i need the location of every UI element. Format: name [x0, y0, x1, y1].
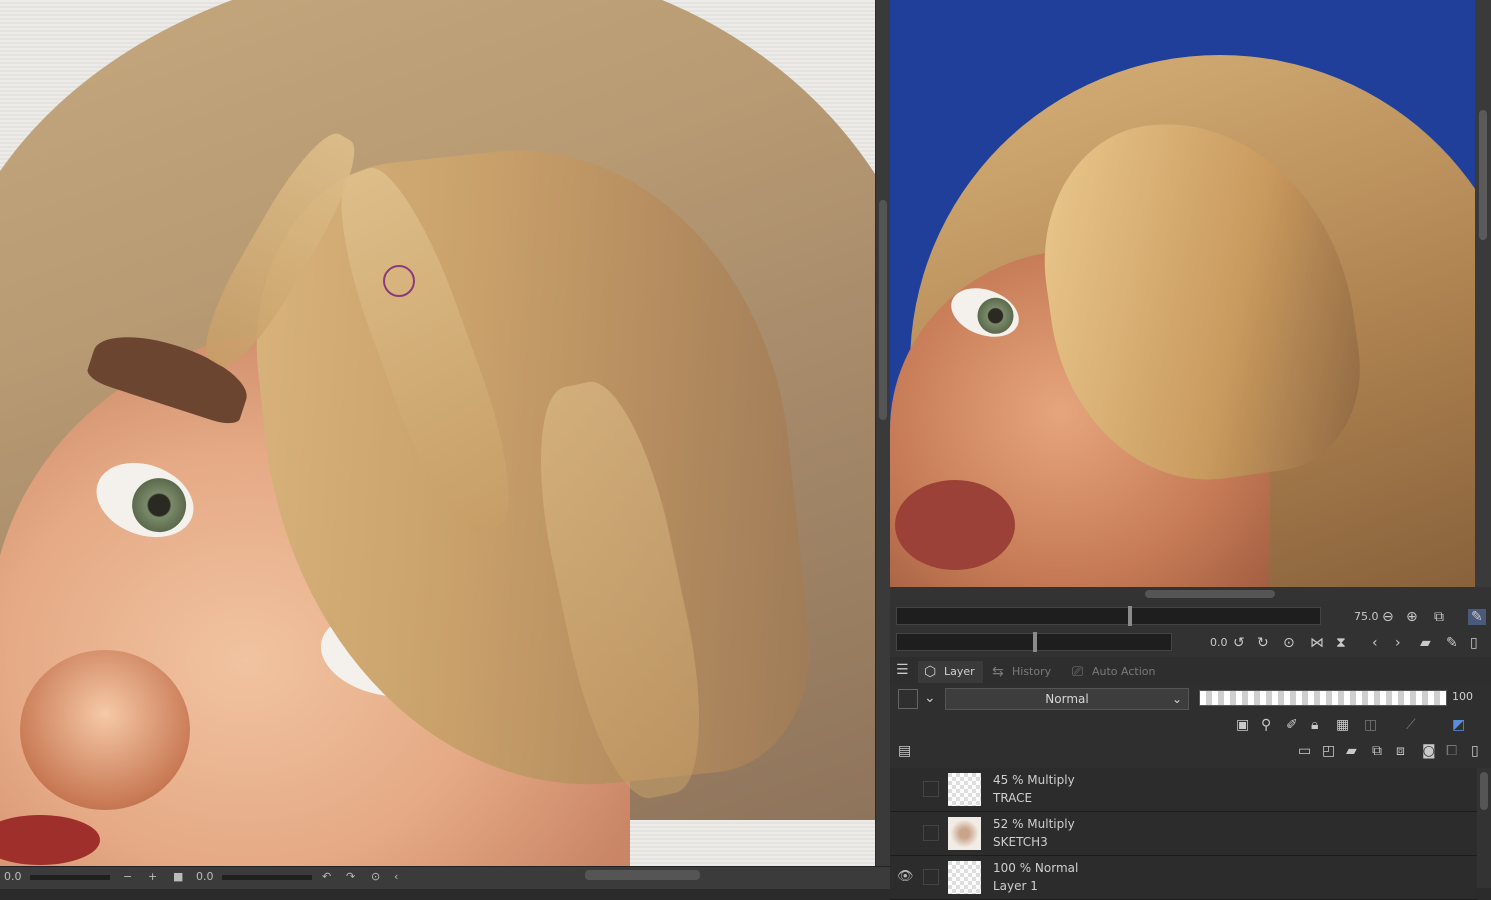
rotate-value: 0.0 [1210, 636, 1228, 649]
reference-layer-icon[interactable]: ⚲ [1261, 717, 1271, 733]
tab-label: Auto Action [1092, 665, 1156, 678]
flip-horizontal-icon[interactable]: ⋈ [1310, 635, 1324, 651]
previous-icon[interactable]: ‹ [1372, 635, 1378, 651]
layer-blend-info: 52 % Multiply [993, 817, 1075, 831]
canvas-status-bar: 0.0 − + ■ 0.0 ↶ ↷ ⊙ ‹ [0, 866, 890, 889]
layer-thumbnail [948, 861, 981, 894]
reset-rotation-icon[interactable]: ⊙ [371, 870, 380, 883]
lock-transparency-icon[interactable]: ▦ [1336, 717, 1349, 733]
layer-select-checkbox[interactable] [923, 825, 939, 841]
next-icon[interactable]: › [1395, 635, 1401, 651]
clip-layer-icon[interactable]: ▣ [1236, 717, 1249, 733]
zoom-in-icon[interactable]: ⊕ [1406, 609, 1418, 625]
layer-name: Layer 1 [993, 879, 1038, 893]
tab-auto-action[interactable]: ⎚ Auto Action [1066, 661, 1164, 683]
layer-blend-info: 100 % Normal [993, 861, 1079, 875]
layer-name: TRACE [993, 791, 1033, 805]
new-raster-layer-icon[interactable]: ▭ [1298, 743, 1311, 759]
layer-properties: ⌄ Normal ⌄ 100 ▣ ⚲ ✐ 🔒︎ ▦ ◫ ⟋ ◩ ▤ ▭ ◰ ▰ … [890, 685, 1491, 768]
layer-color-swatch[interactable] [898, 689, 918, 709]
flip-vertical-icon[interactable]: ⧗ [1336, 635, 1346, 651]
open-folder-icon[interactable]: ▰ [1420, 635, 1431, 651]
zoom-knob[interactable] [1128, 606, 1132, 626]
layer-row[interactable]: 👁︎ 100 % Normal Layer 1 [890, 856, 1477, 900]
rotate-left-icon[interactable]: ↶ [322, 870, 331, 883]
rotate-right-icon[interactable]: ↻ [1257, 635, 1269, 651]
main-canvas[interactable] [0, 0, 875, 866]
delete-layer-icon[interactable]: ▯ [1471, 743, 1479, 759]
layer-row[interactable]: 45 % Multiply TRACE [890, 768, 1477, 812]
navigator-controls: 75.0 ⊖ ⊕ ⧉ ✎ 0.0 ↺ ↻ ⊙ ⋈ ⧗ ‹ › ▰ ✎ ▯ [890, 601, 1491, 657]
zoom-out-icon[interactable]: ⊖ [1382, 609, 1394, 625]
copy-layer-icon[interactable]: ⧉ [1372, 743, 1382, 759]
rotate-knob[interactable] [1033, 632, 1037, 652]
blend-mode-select[interactable]: Normal ⌄ [945, 688, 1189, 710]
apply-mask-icon[interactable]: ⧠ [1446, 743, 1457, 759]
zoom-readout: 0.0 [4, 870, 22, 883]
zoom-track[interactable] [896, 607, 1321, 625]
rotate-right-icon[interactable]: ↷ [346, 870, 355, 883]
layer-select-checkbox[interactable] [923, 869, 939, 885]
visibility-toggle[interactable] [897, 781, 913, 797]
edit-icon[interactable]: ✎ [1446, 635, 1458, 651]
new-folder-icon[interactable]: ▰ [1346, 743, 1357, 759]
zoom-value: 75.0 [1354, 610, 1379, 623]
fit-to-window-icon[interactable]: ⧉ [1434, 609, 1444, 625]
reference-horizontal-scrollbar[interactable] [890, 587, 1491, 601]
rotate-left-icon[interactable]: ↺ [1233, 635, 1245, 651]
chevron-down-icon[interactable]: ⌄ [924, 690, 936, 706]
delete-icon[interactable]: ▯ [1470, 635, 1478, 651]
layer-panel-tabs: ☰ ⬡ Layer ⇆ History ⎚ Auto Action [890, 657, 1491, 686]
opacity-slider[interactable] [1199, 690, 1447, 706]
history-icon: ⇆ [992, 664, 1004, 680]
rotation-readout: 0.0 [196, 870, 214, 883]
visibility-toggle[interactable] [897, 825, 913, 841]
auto-action-icon: ⎚ [1072, 664, 1084, 680]
layer-thumbnail [948, 773, 981, 806]
brush-cursor [383, 265, 415, 297]
zoom-in-icon[interactable]: + [148, 870, 157, 883]
canvas-vertical-scrollbar[interactable] [876, 0, 890, 866]
lock-icon[interactable]: 🔒︎ [1311, 717, 1318, 733]
layer-mask-icon[interactable]: ◙ [1422, 743, 1436, 759]
panel-menu-icon[interactable]: ☰ [896, 662, 909, 678]
chevron-down-icon: ⌄ [1171, 692, 1182, 706]
reference-lips [895, 480, 1015, 570]
layer-row[interactable]: 52 % Multiply SKETCH3 [890, 812, 1477, 856]
reset-rotate-icon[interactable]: ⊙ [1283, 635, 1295, 651]
reference-image[interactable] [890, 0, 1475, 587]
canvas-horizontal-scroll-thumb[interactable] [585, 870, 700, 880]
zoom-out-icon[interactable]: − [123, 870, 132, 883]
layer-thumbnail [948, 817, 981, 850]
mask-icon[interactable]: ◫ [1364, 717, 1377, 733]
tab-label: History [1012, 665, 1052, 678]
eyedropper-icon[interactable]: ✎ [1468, 609, 1486, 625]
tab-layer[interactable]: ⬡ Layer [918, 661, 983, 683]
layer-list-scrollbar[interactable] [1477, 768, 1491, 888]
blend-mode-value: Normal [1045, 692, 1089, 706]
opacity-value: 100 [1452, 690, 1473, 703]
scroll-left-icon[interactable]: ‹ [394, 870, 398, 883]
layer-options-icon[interactable]: ▤ [898, 743, 911, 759]
merge-layer-icon[interactable]: ⧈ [1396, 743, 1405, 759]
layer-color-icon[interactable]: ◩ [1452, 717, 1465, 733]
reference-vertical-scrollbar[interactable] [1475, 0, 1491, 587]
layer-name: SKETCH3 [993, 835, 1048, 849]
tab-history[interactable]: ⇆ History [986, 661, 1059, 683]
zoom-slider[interactable] [30, 875, 110, 880]
layer-icon: ⬡ [924, 664, 937, 680]
rotation-slider[interactable] [222, 875, 312, 880]
painted-nose [20, 650, 190, 810]
eye-icon[interactable]: 👁︎ [897, 869, 914, 885]
layer-blend-info: 45 % Multiply [993, 773, 1075, 787]
ruler-icon[interactable]: ⟋ [1406, 717, 1416, 733]
new-vector-layer-icon[interactable]: ◰ [1322, 743, 1335, 759]
draft-layer-icon[interactable]: ✐ [1286, 717, 1298, 733]
tab-label: Layer [944, 665, 975, 678]
fit-icon[interactable]: ■ [173, 870, 183, 883]
layer-list: 45 % Multiply TRACE 52 % Multiply SKETCH… [890, 768, 1477, 900]
layer-select-checkbox[interactable] [923, 781, 939, 797]
